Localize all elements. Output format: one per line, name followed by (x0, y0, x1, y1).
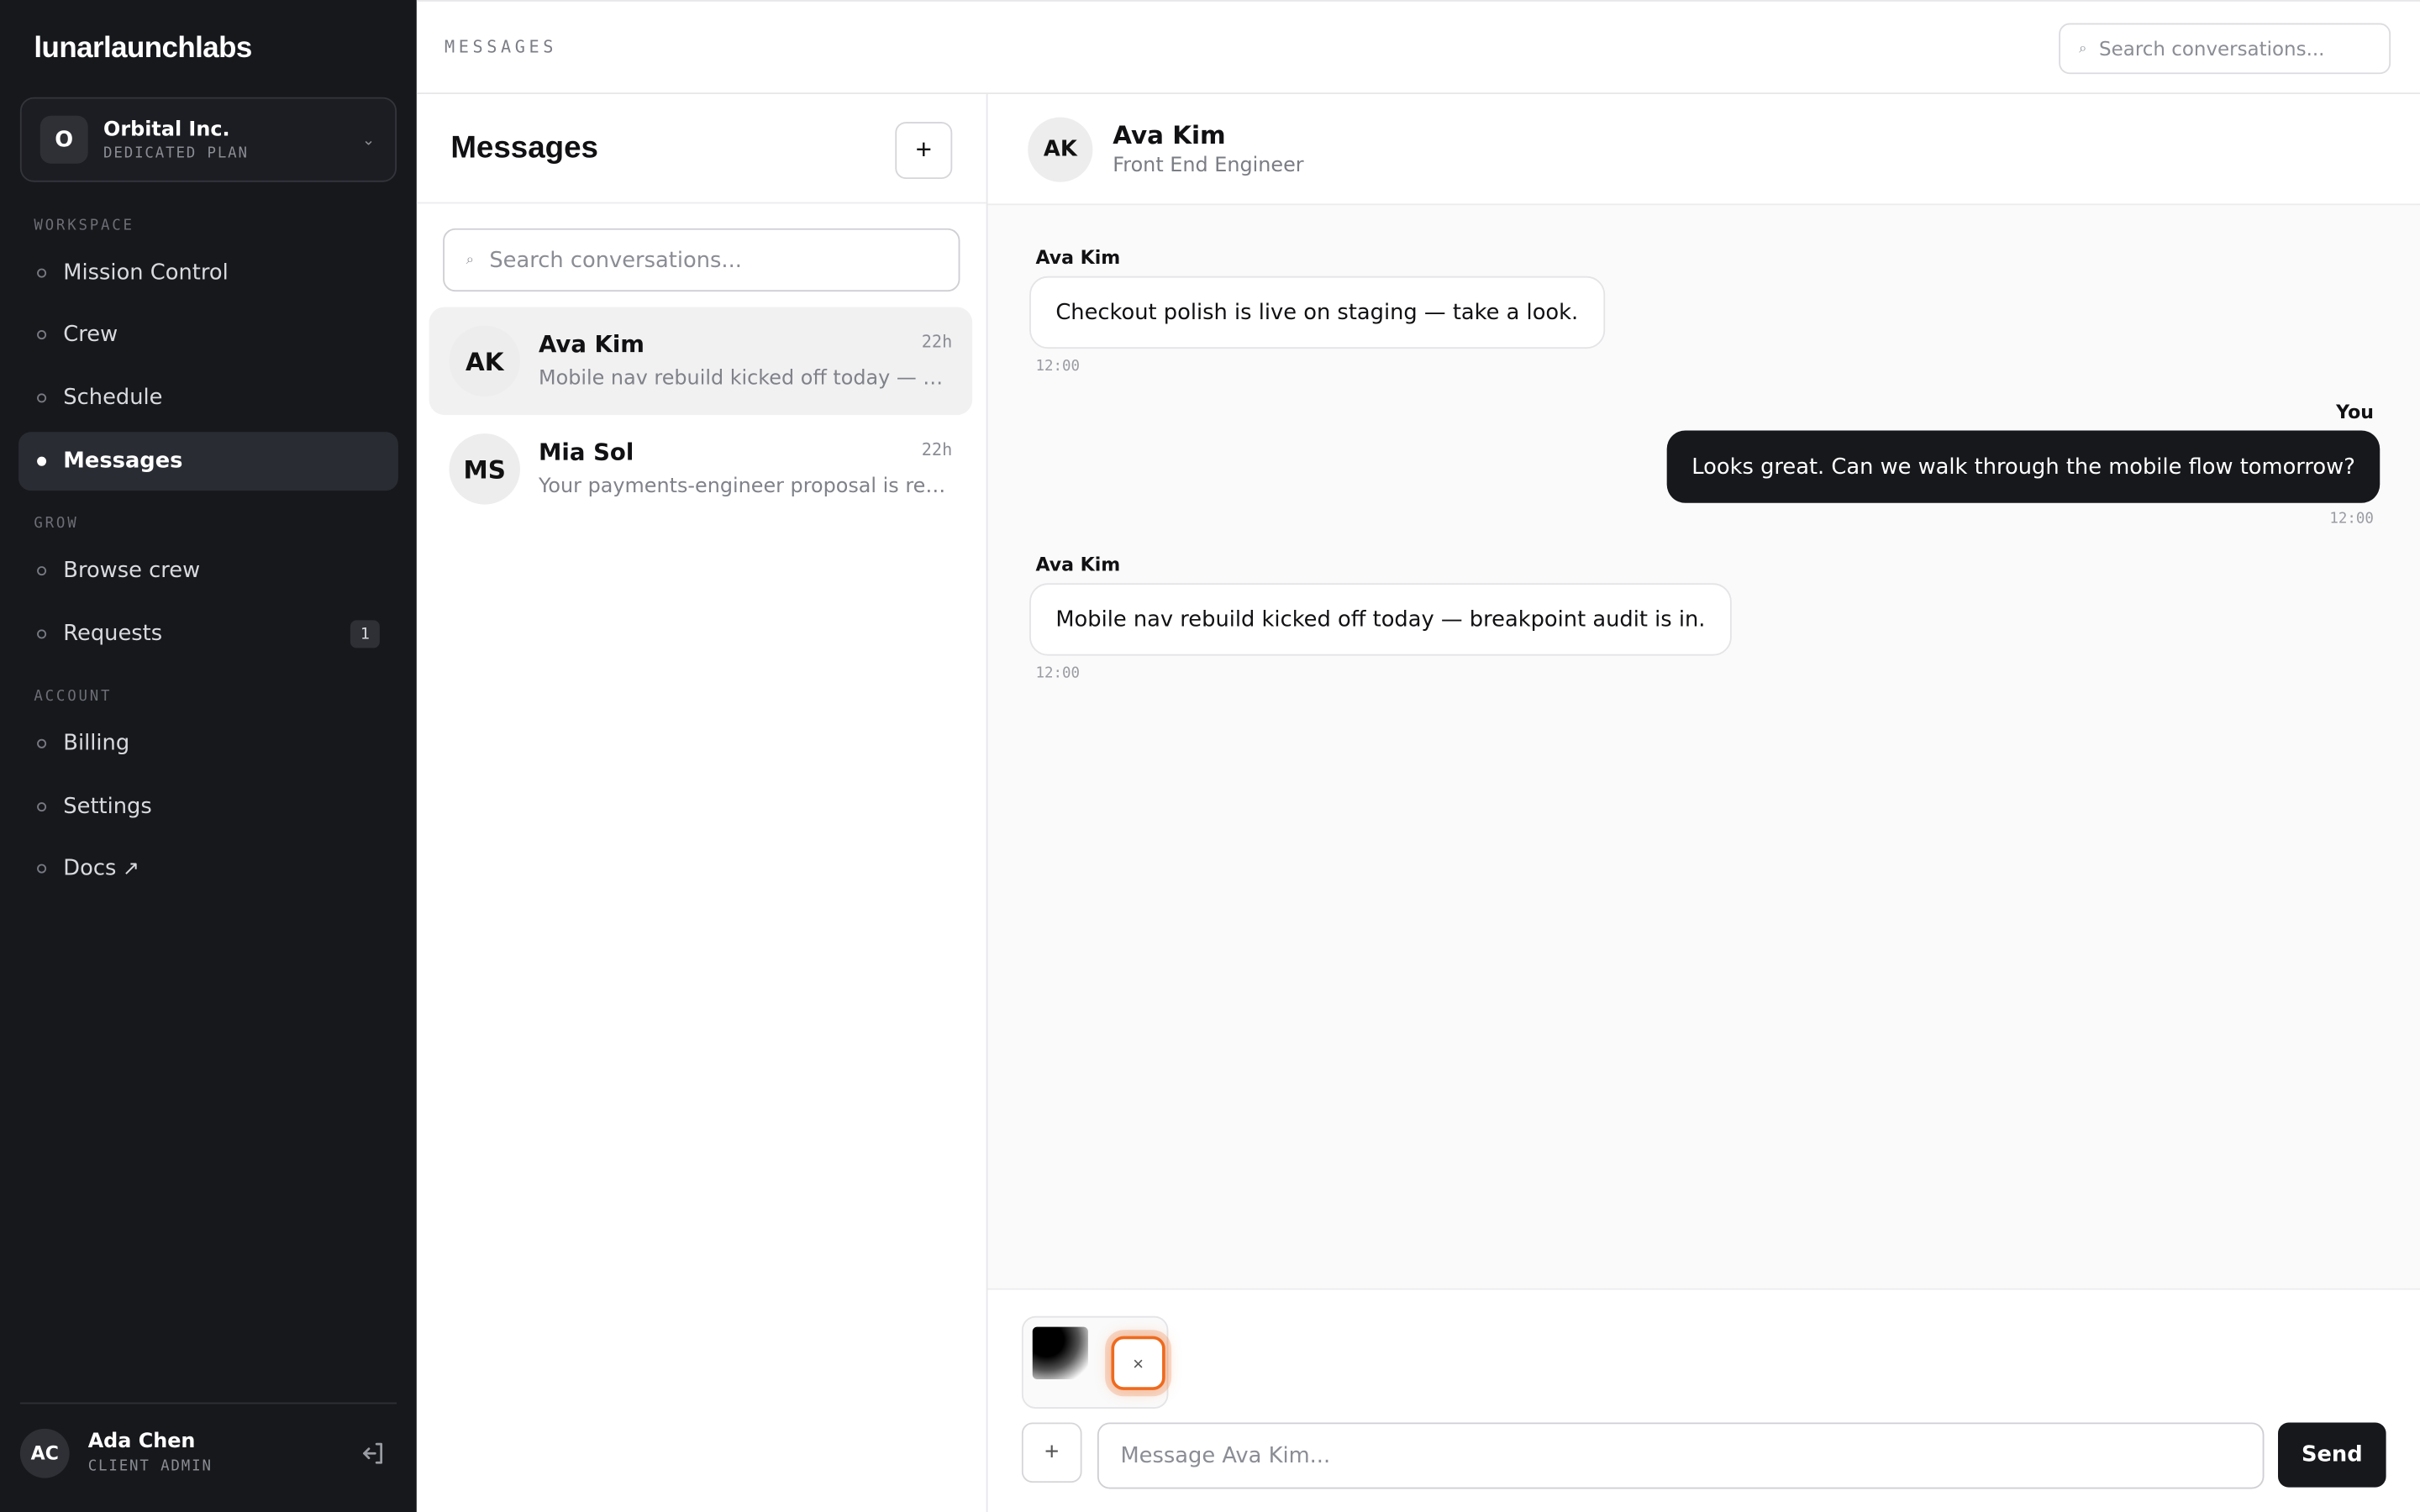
nav-dot-icon (37, 566, 47, 576)
message-bubble-incoming: Mobile nav rebuild kicked off today — br… (1029, 583, 1732, 656)
sidebar-item-label: Crew (63, 322, 118, 348)
app-root: lunarlaunchlabs O Orbital Inc. DEDICATED… (0, 0, 2420, 1512)
page-title: MESSAGES (444, 37, 558, 57)
sidebar-item-label: Messages (63, 449, 183, 474)
sidebar-item-label: Requests (63, 622, 163, 647)
nav-dot-icon (37, 629, 47, 639)
conversation-name: Ava Kim (539, 330, 645, 359)
sidebar-item-billing[interactable]: Billing (18, 714, 398, 773)
remove-attachment-button[interactable]: × (1111, 1336, 1165, 1390)
nav-section-grow: GROW (34, 515, 79, 533)
conversation-time: 22h (921, 331, 953, 352)
message-bubble-outgoing: Looks great. Can we walk through the mob… (1666, 430, 2381, 503)
nav-dot-icon (37, 864, 47, 874)
sidebar-item-requests[interactable]: Requests 1 (18, 605, 398, 664)
message-thread: Ava Kim Checkout polish is live on stagi… (988, 205, 2420, 1288)
message-bubble-incoming: Checkout polish is live on staging — tak… (1029, 276, 1605, 349)
sidebar-item-schedule[interactable]: Schedule (18, 369, 398, 428)
message-sender: Ava Kim (1035, 554, 1121, 576)
sidebar-item-crew[interactable]: Crew (18, 306, 398, 365)
sidebar: lunarlaunchlabs O Orbital Inc. DEDICATED… (0, 0, 417, 1512)
chat-pane: AK Ava Kim Front End Engineer Ava Kim Ch… (987, 94, 2420, 1512)
avatar: MS (449, 433, 520, 505)
send-button[interactable]: Send (2278, 1422, 2386, 1488)
chevron-down-icon: ⌄ (361, 132, 376, 150)
conversation-search-input[interactable] (489, 247, 937, 273)
conversation-list-title: Messages (450, 131, 598, 165)
new-conversation-button[interactable]: + (895, 122, 953, 180)
conversation-time: 22h (921, 439, 953, 460)
user-name: Ada Chen (87, 1430, 196, 1454)
sidebar-item-docs[interactable]: Docs ↗ (18, 839, 398, 898)
nav-dot-icon (37, 268, 47, 278)
nav-section-account: ACCOUNT (34, 688, 113, 706)
attachment-preview: × (1021, 1315, 1169, 1409)
conversation-item-mia-sol[interactable]: MS Mia Sol 22h Your payments-engineer pr… (429, 415, 973, 523)
conversation-name: Mia Sol (539, 438, 634, 466)
sidebar-item-messages[interactable]: Messages (18, 432, 398, 491)
sidebar-item-label: Schedule (63, 386, 163, 411)
nav-dot-icon (37, 738, 47, 748)
sidebar-item-label: Docs (63, 856, 117, 881)
message-composer: × + Send (987, 1288, 2420, 1512)
search-icon: ⌕ (2079, 40, 2087, 57)
nav-section-workspace: WORKSPACE (34, 217, 134, 235)
avatar: AC (19, 1428, 70, 1478)
sidebar-item-label: Billing (63, 731, 130, 757)
user-role: CLIENT ADMIN (87, 1457, 213, 1475)
message-time: 12:00 (1035, 664, 1080, 682)
conversation-search: ⌕ (443, 228, 960, 292)
top-bar: MESSAGES ⌕ (416, 0, 2420, 95)
main-area: MESSAGES ⌕ Messages + ⌕ AK Ava Kim 22h M… (416, 0, 2420, 1512)
nav-dot-icon (37, 393, 47, 403)
nav-dot-icon (37, 330, 47, 340)
sidebar-item-label: Settings (63, 794, 152, 820)
org-name: Orbital Inc. (103, 118, 230, 142)
conversation-preview: Your payments-engineer proposal is ready… (539, 475, 952, 499)
sidebar-item-label: Browse crew (63, 558, 201, 584)
sidebar-item-label: Mission Control (63, 260, 229, 286)
add-attachment-button[interactable]: + (1021, 1422, 1082, 1483)
conversation-preview: Mobile nav rebuild kicked off today — br… (539, 367, 952, 391)
top-search-input[interactable] (2099, 37, 2362, 60)
attachment-thumbnail (1032, 1326, 1088, 1380)
message-sender: You (2336, 401, 2374, 423)
chat-header: AK Ava Kim Front End Engineer (987, 94, 2420, 206)
sidebar-divider (19, 1402, 397, 1404)
conversation-item-ava-kim[interactable]: AK Ava Kim 22h Mobile nav rebuild kicked… (429, 307, 973, 416)
sidebar-item-settings[interactable]: Settings (18, 778, 398, 837)
external-link-icon: ↗ (122, 857, 139, 880)
user-profile: AC Ada Chen CLIENT ADMIN (19, 1427, 397, 1479)
message-time: 12:00 (1035, 358, 1080, 375)
message-time: 12:00 (2329, 510, 2374, 528)
top-search: ⌕ (2059, 23, 2391, 75)
message-input[interactable] (1097, 1422, 2265, 1489)
sidebar-item-browse-crew[interactable]: Browse crew (18, 542, 398, 601)
avatar: AK (1028, 117, 1093, 182)
org-plan: DEDICATED PLAN (103, 144, 249, 161)
nav-dot-icon (37, 802, 47, 812)
chat-contact-role: Front End Engineer (1113, 154, 1304, 178)
message-sender: Ava Kim (1035, 246, 1121, 269)
brand-logo: lunarlaunchlabs (34, 32, 252, 66)
search-icon: ⌕ (466, 252, 474, 268)
sidebar-item-mission-control[interactable]: Mission Control (18, 244, 398, 302)
conversation-list-header: Messages + (416, 94, 986, 204)
conversation-list-panel: Messages + ⌕ AK Ava Kim 22h Mobile nav r… (416, 94, 988, 1512)
org-avatar: O (39, 115, 88, 164)
requests-count-badge: 1 (350, 620, 380, 648)
logout-icon[interactable] (360, 1440, 387, 1467)
org-switcher[interactable]: O Orbital Inc. DEDICATED PLAN ⌄ (19, 97, 397, 182)
chat-contact-name: Ava Kim (1113, 120, 1226, 150)
avatar: AK (449, 325, 520, 397)
nav-dot-icon (37, 456, 47, 466)
